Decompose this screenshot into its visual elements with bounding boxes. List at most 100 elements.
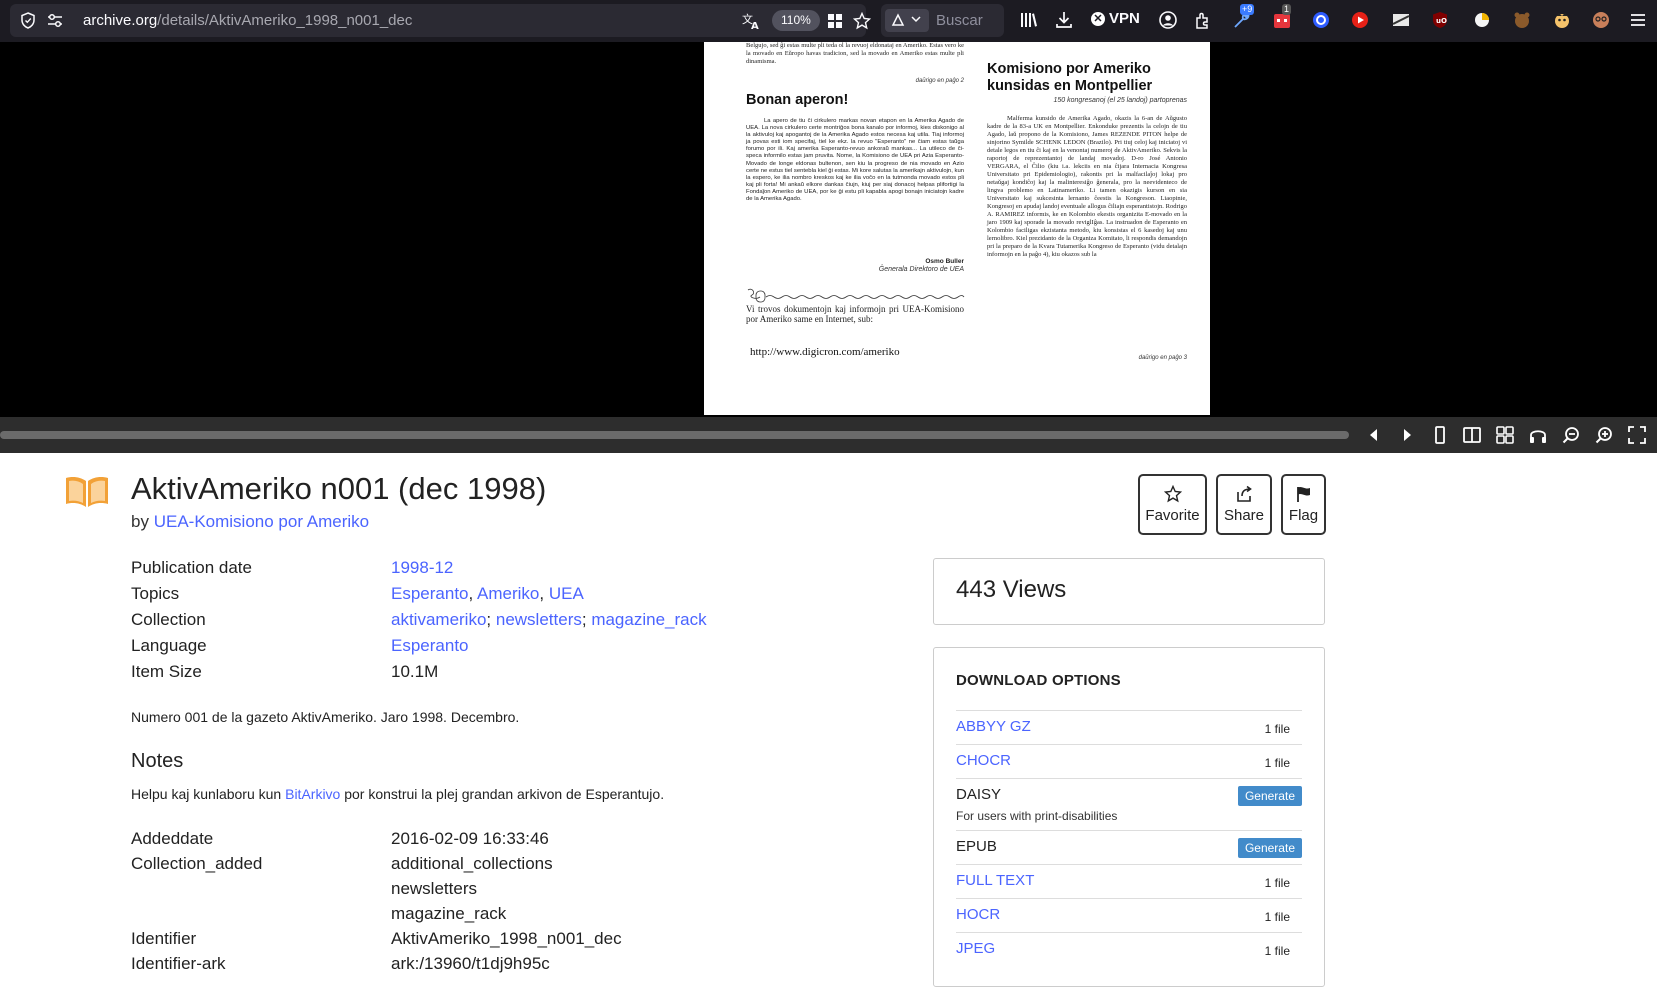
flag-button[interactable]: Flag — [1281, 474, 1326, 535]
generate-button[interactable]: Generate — [1237, 838, 1302, 858]
topic-link[interactable]: UEA — [549, 584, 584, 603]
page-right-body: Malferma kunsido de Amerika Agado, okazi… — [987, 115, 1187, 258]
one-page-view-icon[interactable] — [1430, 425, 1450, 445]
vpn-label: VPN — [1109, 10, 1140, 27]
share-button[interactable]: Share — [1216, 474, 1272, 535]
browser-toolbar: archive.org/details/AktivAmeriko_1998_n0… — [0, 0, 1657, 42]
language-link[interactable]: Esperanto — [391, 636, 469, 656]
address-bar[interactable]: archive.org/details/AktivAmeriko_1998_n0… — [10, 4, 871, 37]
translate-icon[interactable]: 文A — [742, 12, 762, 30]
circle-extension-icon[interactable] — [1311, 10, 1331, 30]
menu-icon[interactable] — [1628, 10, 1648, 30]
download-row: EPUB Generate — [956, 830, 1302, 864]
topic-link[interactable]: Ameriko — [477, 584, 539, 603]
meta-label: Collection_added — [131, 854, 263, 873]
zoom-out-icon[interactable] — [1561, 425, 1581, 445]
page-left-body: La apero de tiu ĉi cirkulero markas nova… — [746, 118, 964, 203]
collection-added-value: additional_collections — [391, 854, 553, 873]
share-icon — [1237, 485, 1252, 502]
collection-link[interactable]: aktivameriko — [391, 610, 486, 629]
avatar-extension-icon[interactable] — [1591, 10, 1611, 30]
next-page-icon[interactable] — [1397, 425, 1417, 445]
page-scrubber[interactable] — [0, 431, 1349, 439]
two-page-view-icon[interactable] — [1462, 425, 1482, 445]
extensions-icon[interactable] — [1193, 10, 1213, 30]
download-format-link[interactable]: HOCR — [956, 906, 1000, 923]
fullscreen-icon[interactable] — [1627, 425, 1647, 445]
share-label: Share — [1223, 507, 1265, 524]
bookmark-star-icon[interactable] — [853, 12, 871, 30]
svg-text:uO: uO — [1436, 17, 1447, 25]
meta-label: Language — [131, 636, 207, 655]
zoom-level[interactable]: 110% — [772, 10, 820, 31]
page-continue-left: daŭrigo en paĝo 2 — [915, 78, 964, 84]
meta-label: Collection — [131, 610, 206, 629]
download-icon[interactable] — [1054, 10, 1074, 30]
item-description: Numero 001 de la gazeto AktivAmeriko. Ja… — [131, 709, 520, 725]
vpn-x-icon: ✕ — [1091, 11, 1105, 26]
page-continue-right: daŭrigo en paĝo 3 — [1138, 355, 1187, 361]
topic-link[interactable]: Esperanto — [391, 584, 469, 603]
grid-icon[interactable] — [827, 13, 843, 29]
file-count: 1 file — [1264, 944, 1290, 958]
file-count: 1 file — [1264, 910, 1290, 924]
format-subtitle: For users with print-disabilities — [956, 809, 1118, 823]
account-icon[interactable] — [1158, 10, 1178, 30]
download-format-link[interactable]: CHOCR — [956, 752, 1011, 769]
generate-button[interactable]: Generate — [1237, 786, 1302, 806]
vpn-button[interactable]: ✕ VPN — [1091, 10, 1140, 27]
download-format-link[interactable]: FULL TEXT — [956, 872, 1034, 889]
bear-extension-icon[interactable] — [1512, 10, 1532, 30]
page-signature-name: Osmo Buller — [925, 258, 964, 265]
item-details: AktivAmeriko n001 (dec 1998) by UEA-Komi… — [0, 453, 1657, 987]
page-right-heading: Komisiono por Ameriko kunsidas en Montpe… — [987, 61, 1153, 94]
download-row: DAISY Generate For users with print-disa… — [956, 778, 1302, 830]
collection-link[interactable]: newsletters — [496, 610, 582, 629]
creator-link[interactable]: UEA-Komisiono por Ameriko — [154, 512, 369, 531]
mascot-extension-icon[interactable] — [1552, 10, 1572, 30]
texts-book-icon — [66, 477, 108, 507]
download-format-name: EPUB — [956, 838, 997, 855]
views-count: 443 Views — [956, 576, 1067, 603]
url-path: /details/AktivAmeriko_1998_n001_dec — [157, 12, 413, 29]
star-icon — [1163, 485, 1182, 503]
url-text[interactable]: archive.org/details/AktivAmeriko_1998_n0… — [83, 12, 412, 29]
by-prefix: by — [131, 512, 149, 531]
download-format-name: DAISY — [956, 786, 1002, 803]
chevron-down-icon — [911, 16, 921, 23]
download-row: HOCR 1 file — [956, 898, 1302, 932]
site-permissions-icon[interactable] — [46, 13, 64, 28]
library-icon[interactable] — [1019, 10, 1039, 30]
youtube-extension-icon[interactable] — [1350, 10, 1370, 30]
zoom-in-icon[interactable] — [1594, 425, 1614, 445]
notes-text: Helpu kaj kunlaboru kun BitArkivo por ko… — [131, 786, 664, 802]
mouse-cord-illustration — [747, 288, 965, 303]
book-page[interactable]: Belgujo, sed ĝi estas multe pli teda ol … — [704, 42, 1210, 415]
page-left-heading: Bonan aperon! — [746, 92, 849, 108]
ublock-icon[interactable]: uO — [1430, 10, 1450, 30]
page-signature-role: Ĝenerala Direktoro de UEA — [878, 266, 964, 273]
identifier-ark-value: ark:/13960/t1dj9h95c — [391, 954, 550, 973]
download-row: JPEG 1 file — [956, 932, 1302, 966]
favorite-button[interactable]: Favorite — [1138, 474, 1207, 535]
collection-link[interactable]: magazine_rack — [591, 610, 706, 629]
download-format-link[interactable]: JPEG — [956, 940, 995, 957]
item-byline: by UEA-Komisiono por Ameriko — [131, 512, 369, 532]
meta-label: Addeddate — [131, 829, 214, 848]
publication-date-link[interactable]: 1998-12 — [391, 558, 453, 578]
previous-page-icon[interactable] — [1364, 425, 1384, 445]
flag-extension-icon[interactable] — [1391, 10, 1411, 30]
bitarkivo-link[interactable]: BitArkivo — [285, 786, 340, 802]
url-host: archive.org — [83, 12, 158, 29]
search-box[interactable]: Buscar — [881, 4, 1004, 37]
read-aloud-headphones-icon[interactable] — [1528, 425, 1548, 445]
page-promo-text: Vi trovos dokumentojn kaj informojn pri … — [746, 304, 964, 324]
thumbnail-view-icon[interactable] — [1495, 425, 1515, 445]
download-format-link[interactable]: ABBYY GZ — [956, 718, 1031, 735]
search-placeholder: Buscar — [936, 12, 983, 29]
search-engine-icon — [891, 13, 905, 26]
shield-icon[interactable] — [20, 12, 36, 29]
pie-extension-icon[interactable] — [1472, 10, 1492, 30]
page-top-text: Belgujo, sed ĝi estas multe pli teda ol … — [746, 42, 964, 65]
reader-controls — [0, 417, 1657, 453]
